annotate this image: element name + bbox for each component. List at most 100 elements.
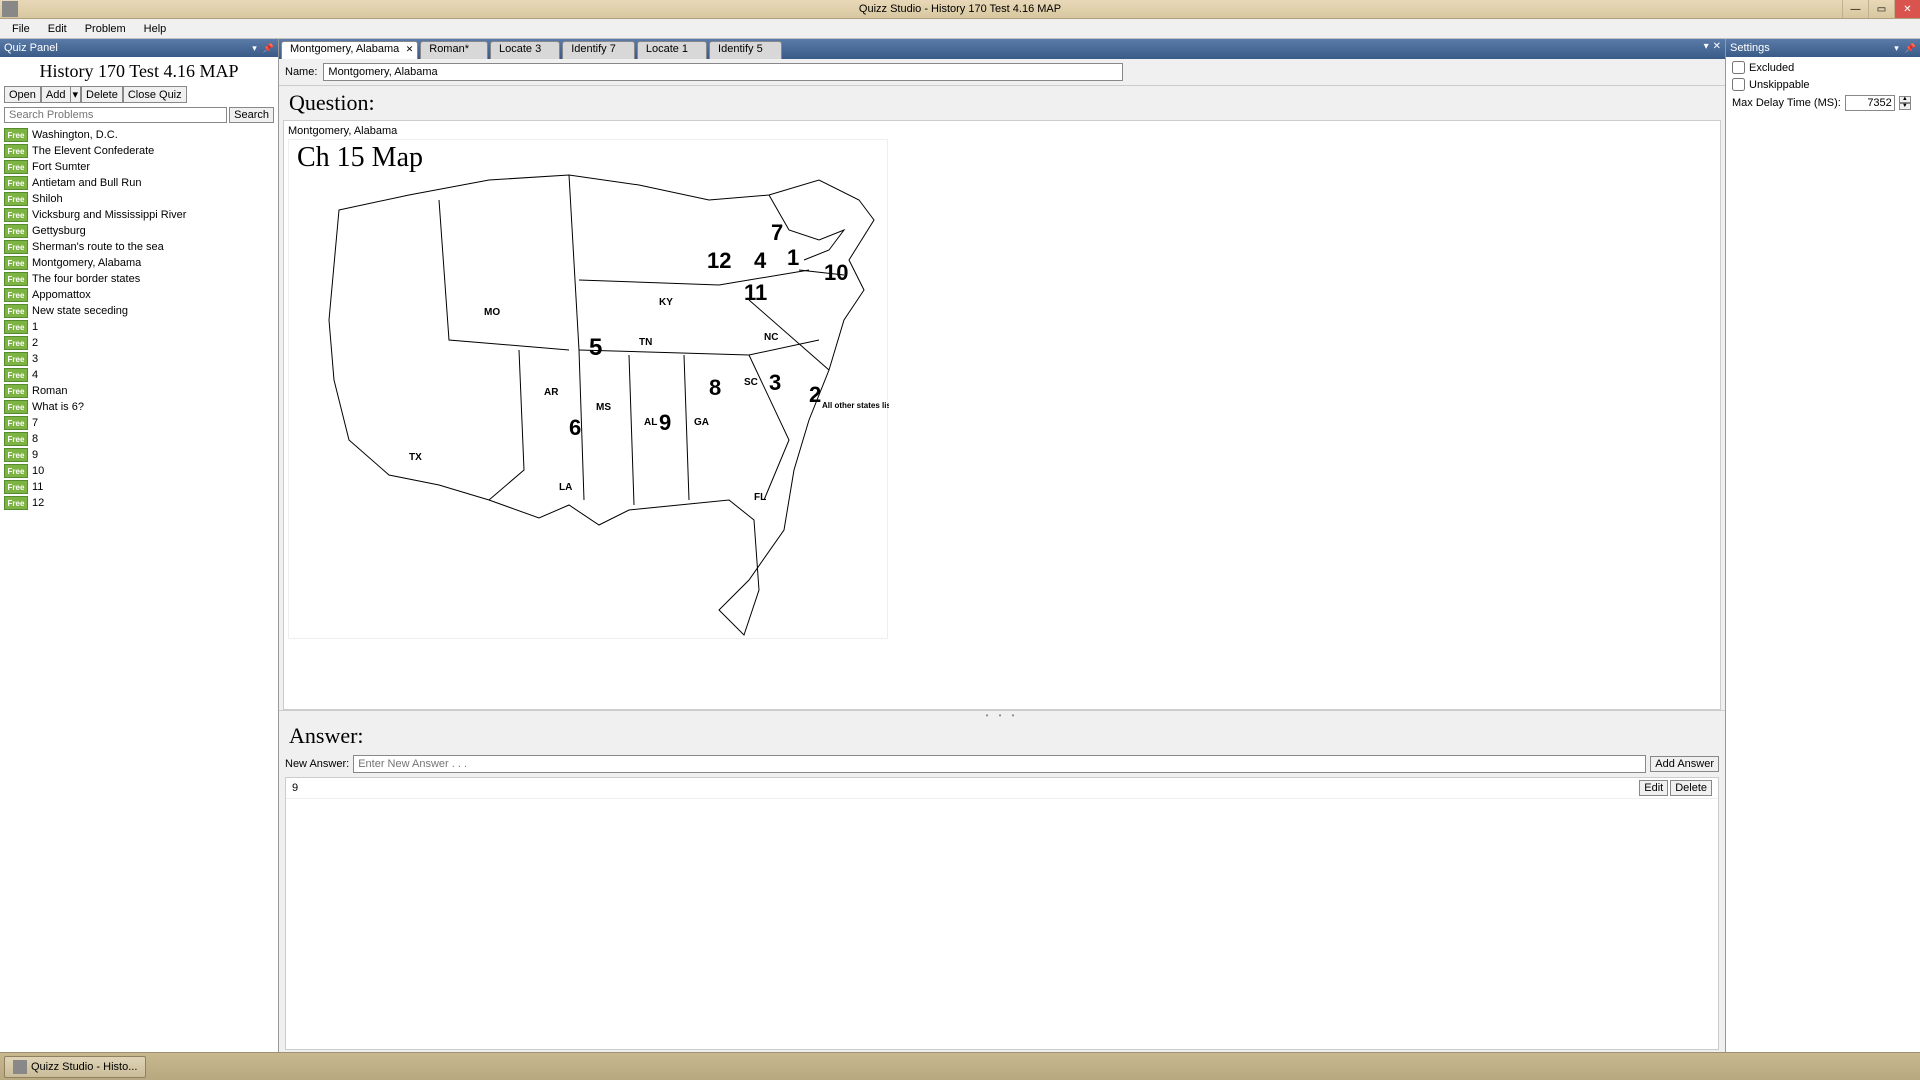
free-badge: Free — [4, 304, 28, 318]
tab-close-icon[interactable]: ✕ — [406, 44, 414, 55]
tabbar-dropdown-icon[interactable]: ▾ — [1704, 41, 1709, 52]
question-content[interactable]: Montgomery, Alabama Ch 15 Map — [283, 120, 1721, 710]
free-badge: Free — [4, 320, 28, 334]
problem-item[interactable]: Free Roman — [0, 383, 278, 399]
settings-dropdown-icon[interactable]: ▾ — [1892, 43, 1901, 54]
problem-item[interactable]: FreeAntietam and Bull Run — [0, 175, 278, 191]
label-tn: TN — [639, 337, 652, 348]
answer-item: 9EditDelete — [286, 778, 1718, 799]
tab[interactable]: Locate 1 — [637, 41, 707, 59]
menu-file[interactable]: File — [4, 21, 38, 37]
tab[interactable]: Montgomery, Alabama✕ — [281, 41, 418, 59]
search-input[interactable] — [4, 107, 227, 123]
map-title: Ch 15 Map — [297, 142, 423, 174]
edit-answer-button[interactable]: Edit — [1639, 780, 1668, 796]
map-num-8: 8 — [709, 375, 721, 400]
tab[interactable]: Identify 5 — [709, 41, 782, 59]
free-badge: Free — [4, 352, 28, 366]
delay-input[interactable] — [1845, 95, 1895, 111]
menu-help[interactable]: Help — [136, 21, 175, 37]
menubar: File Edit Problem Help — [0, 19, 1920, 39]
new-answer-input[interactable] — [353, 755, 1646, 773]
label-fl: FL — [754, 492, 766, 503]
tabbar-close-icon[interactable]: ✕ — [1713, 41, 1721, 52]
free-badge: Free — [4, 400, 28, 414]
excluded-label: Excluded — [1749, 62, 1794, 74]
free-badge: Free — [4, 144, 28, 158]
free-badge: Free — [4, 496, 28, 510]
delete-button[interactable]: Delete — [81, 86, 123, 103]
settings-pin-icon[interactable]: 📌 — [1903, 43, 1918, 54]
problem-list[interactable]: FreeWashington, D.C.FreeThe Elevent Conf… — [0, 125, 278, 1052]
problem-item[interactable]: Free11 — [0, 479, 278, 495]
panel-pin-icon[interactable]: 📌 — [261, 43, 276, 54]
unskippable-checkbox[interactable] — [1732, 78, 1745, 91]
window-titlebar: Quizz Studio - History 170 Test 4.16 MAP… — [0, 0, 1920, 19]
problem-item[interactable]: FreeNew state seceding — [0, 303, 278, 319]
problem-item[interactable]: Free3 — [0, 351, 278, 367]
minimize-button[interactable]: — — [1842, 0, 1868, 18]
problem-label: Roman — [32, 385, 67, 397]
problem-item[interactable]: Free7 — [0, 415, 278, 431]
add-answer-button[interactable]: Add Answer — [1650, 756, 1719, 772]
tab[interactable]: Locate 3 — [490, 41, 560, 59]
problem-label: Shiloh — [32, 193, 63, 205]
delete-answer-button[interactable]: Delete — [1670, 780, 1712, 796]
problem-item[interactable]: FreeGettysburg — [0, 223, 278, 239]
problem-item[interactable]: FreeThe Elevent Confederate — [0, 143, 278, 159]
problem-label: Fort Sumter — [32, 161, 90, 173]
free-badge: Free — [4, 480, 28, 494]
add-button[interactable]: Add — [41, 86, 71, 103]
delay-down-icon[interactable]: ▼ — [1899, 103, 1911, 110]
problem-label: Sherman's route to the sea — [32, 241, 164, 253]
label-la: LA — [559, 482, 572, 493]
question-block: Question: Montgomery, Alabama Ch 15 Map — [279, 86, 1725, 711]
problem-label: The four border states — [32, 273, 140, 285]
map-num-12: 12 — [707, 248, 731, 273]
problem-label: 4 — [32, 369, 38, 381]
close-button[interactable]: ✕ — [1894, 0, 1920, 18]
open-button[interactable]: Open — [4, 86, 41, 103]
menu-problem[interactable]: Problem — [77, 21, 134, 37]
panel-dropdown-icon[interactable]: ▾ — [250, 43, 259, 54]
search-button[interactable]: Search — [229, 107, 274, 123]
problem-item[interactable]: FreeVicksburg and Mississippi River — [0, 207, 278, 223]
tab[interactable]: Identify 7 — [562, 41, 635, 59]
problem-item[interactable]: Free10 — [0, 463, 278, 479]
close-quiz-button[interactable]: Close Quiz — [123, 86, 187, 103]
label-ar: AR — [544, 387, 559, 398]
free-badge: Free — [4, 384, 28, 398]
add-dropdown[interactable]: ▾ — [71, 86, 82, 103]
problem-item[interactable]: Free2 — [0, 335, 278, 351]
delay-up-icon[interactable]: ▲ — [1899, 96, 1911, 103]
excluded-checkbox[interactable] — [1732, 61, 1745, 74]
answer-list: 9EditDelete — [285, 777, 1719, 1050]
problem-item[interactable]: Free The four border states — [0, 271, 278, 287]
taskbar-app-button[interactable]: Quizz Studio - Histo... — [4, 1056, 146, 1078]
problem-item[interactable]: FreeWhat is 6? — [0, 399, 278, 415]
problem-label: Appomattox — [32, 289, 91, 301]
free-badge: Free — [4, 272, 28, 286]
problem-item[interactable]: Free1 — [0, 319, 278, 335]
problem-item[interactable]: FreeShiloh — [0, 191, 278, 207]
map-num-2: 2 — [809, 382, 821, 407]
maximize-button[interactable]: ▭ — [1868, 0, 1894, 18]
menu-edit[interactable]: Edit — [40, 21, 75, 37]
problem-item[interactable]: Free9 — [0, 447, 278, 463]
problem-item[interactable]: FreeSherman's route to the sea — [0, 239, 278, 255]
taskbar-app-label: Quizz Studio - Histo... — [31, 1061, 137, 1073]
problem-item[interactable]: FreeMontgomery, Alabama — [0, 255, 278, 271]
problem-label: Washington, D.C. — [32, 129, 118, 141]
splitter[interactable]: • • • — [279, 711, 1725, 719]
free-badge: Free — [4, 160, 28, 174]
problem-item[interactable]: FreeWashington, D.C. — [0, 127, 278, 143]
name-input[interactable] — [323, 63, 1123, 81]
problem-item[interactable]: Free8 — [0, 431, 278, 447]
tab[interactable]: Roman* — [420, 41, 488, 59]
problem-item[interactable]: Free4 — [0, 367, 278, 383]
problem-item[interactable]: Free12 — [0, 495, 278, 511]
problem-item[interactable]: FreeAppomattox — [0, 287, 278, 303]
quiz-toolbar: Open Add ▾ Delete Close Quiz — [0, 84, 278, 105]
problem-label: Vicksburg and Mississippi River — [32, 209, 186, 221]
problem-item[interactable]: Free Fort Sumter — [0, 159, 278, 175]
